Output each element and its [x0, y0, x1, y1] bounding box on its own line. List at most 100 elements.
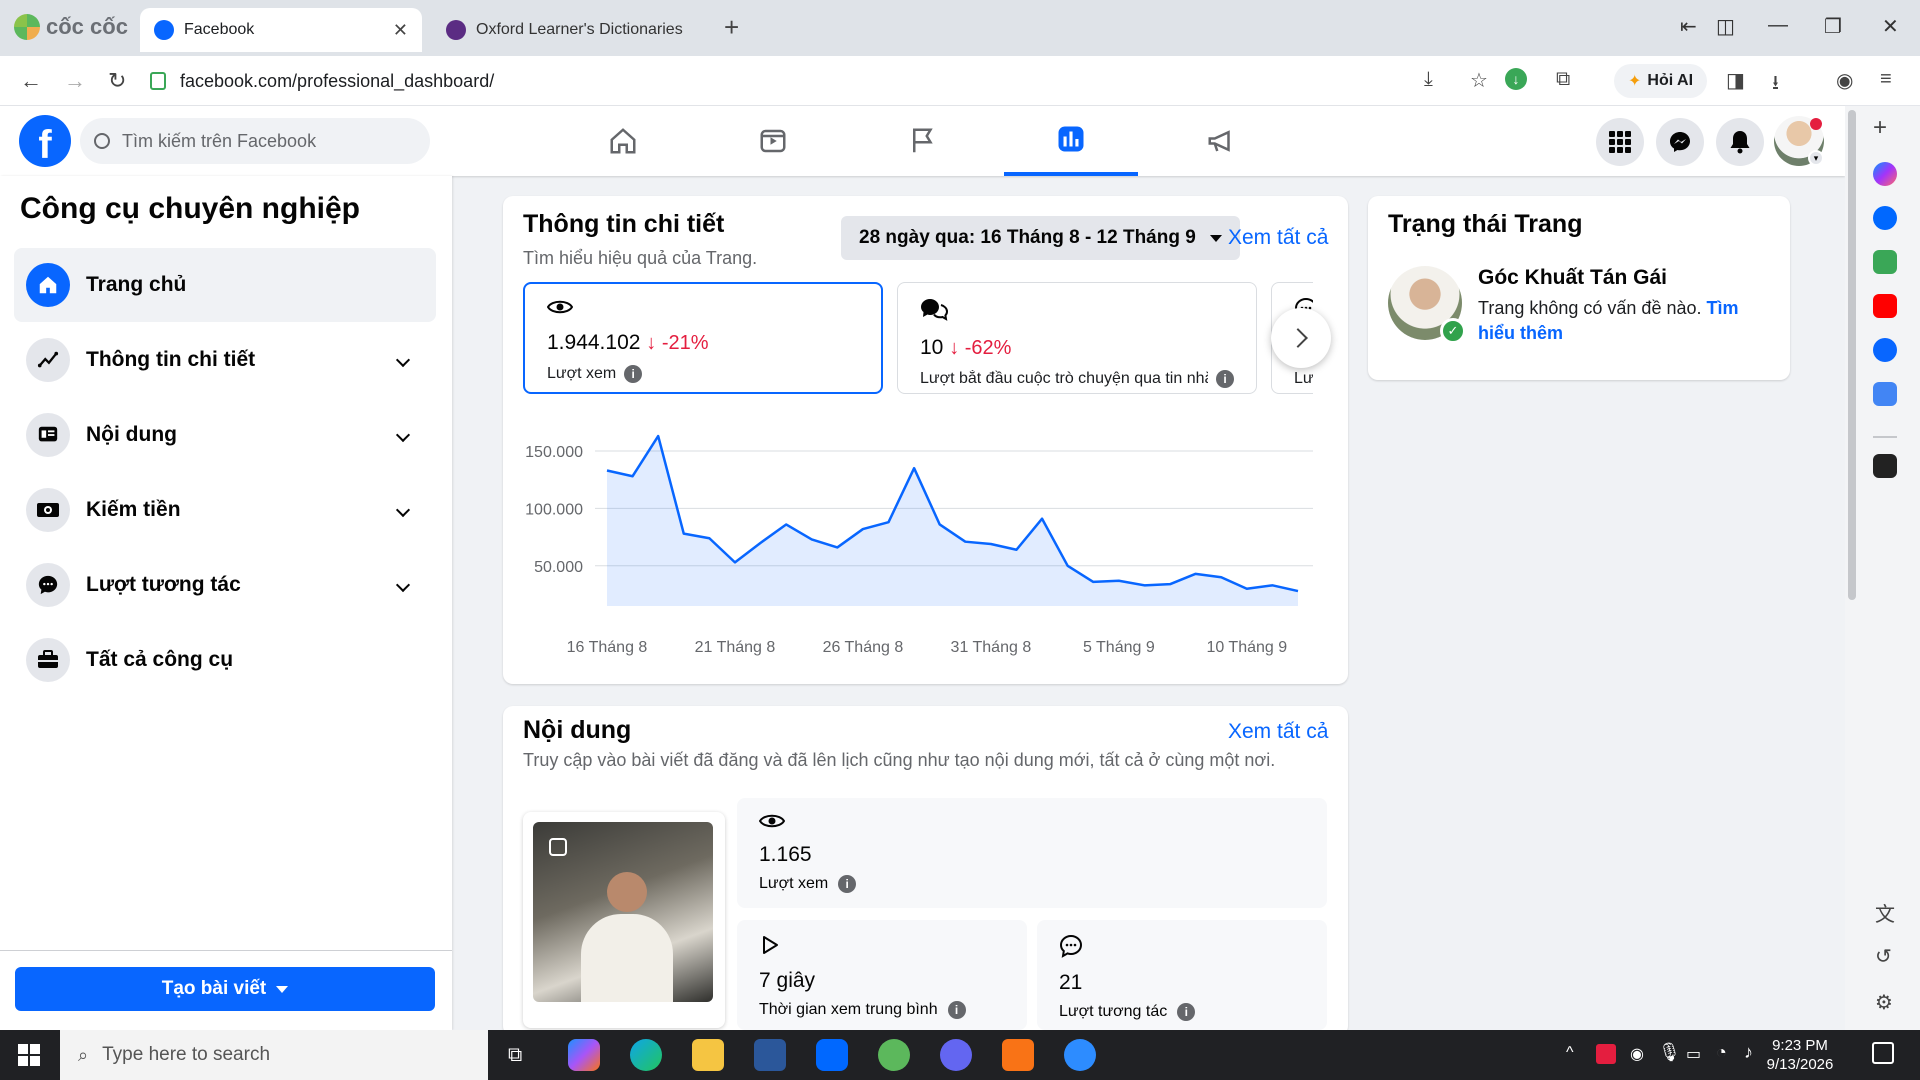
wifi-icon[interactable]: ◔ — [1716, 1042, 1727, 1063]
taskbar-clock[interactable]: 9:23 PM 9/13/2026 — [1752, 1036, 1848, 1074]
capcut-app-icon[interactable] — [1002, 1039, 1034, 1071]
reel-thumbnail-card[interactable] — [523, 812, 725, 1028]
zoom-app-icon[interactable] — [1064, 1039, 1096, 1071]
data-point[interactable] — [934, 518, 946, 530]
data-point[interactable] — [780, 518, 792, 530]
data-point[interactable] — [806, 533, 818, 545]
notifications-center-icon[interactable] — [1872, 1042, 1894, 1064]
data-point[interactable] — [703, 532, 715, 544]
data-point[interactable] — [831, 541, 843, 553]
sidebar-item-interactions[interactable]: Lượt tương tác — [14, 548, 436, 622]
tray-app-icon[interactable] — [1596, 1044, 1616, 1064]
facebook-search-input[interactable]: Tìm kiếm trên Facebook — [80, 118, 430, 164]
info-icon[interactable]: i — [624, 365, 643, 383]
word-app-icon[interactable] — [754, 1039, 786, 1071]
carousel-next-button[interactable] — [1271, 308, 1331, 368]
data-point[interactable] — [985, 538, 997, 550]
messenger-shortcut-icon[interactable] — [1873, 162, 1897, 186]
back-arrow-icon[interactable]: ← — [20, 68, 42, 94]
insights-see-all-link[interactable]: Xem tất cả — [1228, 226, 1328, 250]
copilot-app-icon[interactable] — [568, 1039, 600, 1071]
settings-gear-icon[interactable]: ⚙ — [1875, 990, 1893, 1015]
data-point[interactable] — [678, 528, 690, 540]
menu-grid-button[interactable] — [1596, 118, 1644, 166]
downloads-icon[interactable]: ⭳ — [1772, 68, 1779, 102]
data-point[interactable] — [1190, 568, 1202, 580]
data-point[interactable] — [1138, 579, 1150, 591]
forward-arrow-icon[interactable]: → — [64, 68, 86, 94]
add-shortcut-plus-icon[interactable]: + — [1873, 114, 1887, 142]
browser-menu-icon[interactable]: ≡ — [1880, 68, 1892, 91]
metric-card-conversations[interactable]: 10 ↓ -62% Lượt bắt đầu cuộc trò chuyện q… — [897, 282, 1257, 394]
page-scrollbar[interactable] — [1848, 110, 1856, 600]
date-range-select[interactable]: 28 ngày qua: 16 Tháng 8 - 12 Tháng 9 — [841, 216, 1240, 260]
app-shortcut-icon[interactable] — [1873, 454, 1897, 478]
data-point[interactable] — [1010, 544, 1022, 556]
camera-icon[interactable]: ◉ — [1630, 1044, 1644, 1064]
sidebar-item-monetization[interactable]: Kiếm tiền — [14, 473, 436, 547]
windows-start-icon[interactable] — [18, 1044, 40, 1066]
url-field[interactable]: facebook.com/professional_dashboard/ — [150, 64, 1410, 98]
hoi-ai-button[interactable]: ✦ Hỏi AI — [1614, 64, 1708, 98]
tab-facebook[interactable]: Facebook ✕ — [140, 8, 422, 52]
taskbar-search-input[interactable]: ⌕ Type here to search — [60, 1030, 488, 1080]
data-point[interactable] — [1292, 585, 1304, 597]
data-point[interactable] — [1087, 576, 1099, 588]
download-extension-icon[interactable]: ↓ — [1505, 68, 1527, 90]
translate-shortcut-icon[interactable] — [1873, 382, 1897, 406]
history-icon[interactable]: ↺ — [1875, 944, 1892, 969]
data-point[interactable] — [729, 556, 741, 568]
zalo-app-icon[interactable] — [816, 1039, 848, 1071]
minimize-icon[interactable]: — — [1768, 14, 1788, 37]
data-point[interactable] — [601, 464, 613, 476]
close-window-icon[interactable]: ✕ — [1882, 14, 1899, 39]
nav-insights[interactable] — [1004, 106, 1138, 176]
info-icon[interactable]: i — [1216, 370, 1234, 388]
bookmark-star-icon[interactable]: ☆ — [1470, 68, 1488, 93]
task-view-icon[interactable]: ⧉ — [508, 1044, 522, 1067]
data-point[interactable] — [1241, 583, 1253, 595]
content-see-all-link[interactable]: Xem tất cả — [1228, 720, 1328, 744]
data-point[interactable] — [857, 523, 869, 535]
tray-chevron-up-icon[interactable]: ^ — [1566, 1044, 1574, 1062]
coccoc-app-icon[interactable] — [878, 1039, 910, 1071]
data-point[interactable] — [755, 537, 767, 549]
microphone-icon[interactable]: 🎙 — [1658, 1042, 1681, 1063]
file-explorer-icon[interactable] — [692, 1039, 724, 1071]
split-view-icon[interactable]: ◨ — [1726, 68, 1745, 93]
info-icon[interactable]: i — [838, 875, 857, 893]
screen-capture-icon[interactable]: ◫ — [1716, 14, 1735, 39]
data-point[interactable] — [652, 430, 664, 442]
data-point[interactable] — [883, 516, 895, 528]
info-icon[interactable]: i — [1177, 1003, 1196, 1021]
sidebar-item-insights[interactable]: Thông tin chi tiết — [14, 323, 436, 397]
tab-search-icon[interactable]: ⇤ — [1680, 14, 1697, 39]
restore-icon[interactable]: ❐ — [1824, 14, 1842, 39]
facebook-logo-icon[interactable]: f — [19, 115, 71, 167]
game-shortcut-icon[interactable] — [1873, 250, 1897, 274]
data-point[interactable] — [1164, 578, 1176, 590]
account-chevron-icon[interactable]: ▾ — [1808, 150, 1824, 166]
chevron-down-icon[interactable] — [395, 352, 411, 368]
data-point[interactable] — [959, 536, 971, 548]
messenger-button[interactable] — [1656, 118, 1704, 166]
translate-icon[interactable]: 文 — [1875, 898, 1895, 927]
nav-pages[interactable] — [856, 106, 990, 176]
data-point[interactable] — [908, 462, 920, 474]
data-point[interactable] — [1266, 579, 1278, 591]
profile-icon[interactable]: ◉ — [1836, 68, 1853, 93]
nav-video[interactable] — [706, 106, 840, 176]
chevron-down-icon[interactable] — [395, 427, 411, 443]
extensions-icon[interactable]: ⧉ — [1556, 68, 1570, 91]
sidebar-item-content[interactable]: Nội dung — [14, 398, 436, 472]
data-point[interactable] — [1036, 513, 1048, 525]
youtube-shortcut-icon[interactable] — [1873, 294, 1897, 318]
chevron-down-icon[interactable] — [395, 577, 411, 593]
reload-icon[interactable]: ↻ — [108, 68, 126, 94]
page-name[interactable]: Góc Khuất Tán Gái — [1478, 266, 1667, 290]
nav-ads[interactable] — [1154, 106, 1288, 176]
chevron-down-icon[interactable] — [395, 502, 411, 518]
info-icon[interactable]: i — [947, 1001, 966, 1019]
data-point[interactable] — [1113, 575, 1125, 587]
sidebar-item-home[interactable]: Trang chủ — [14, 248, 436, 322]
